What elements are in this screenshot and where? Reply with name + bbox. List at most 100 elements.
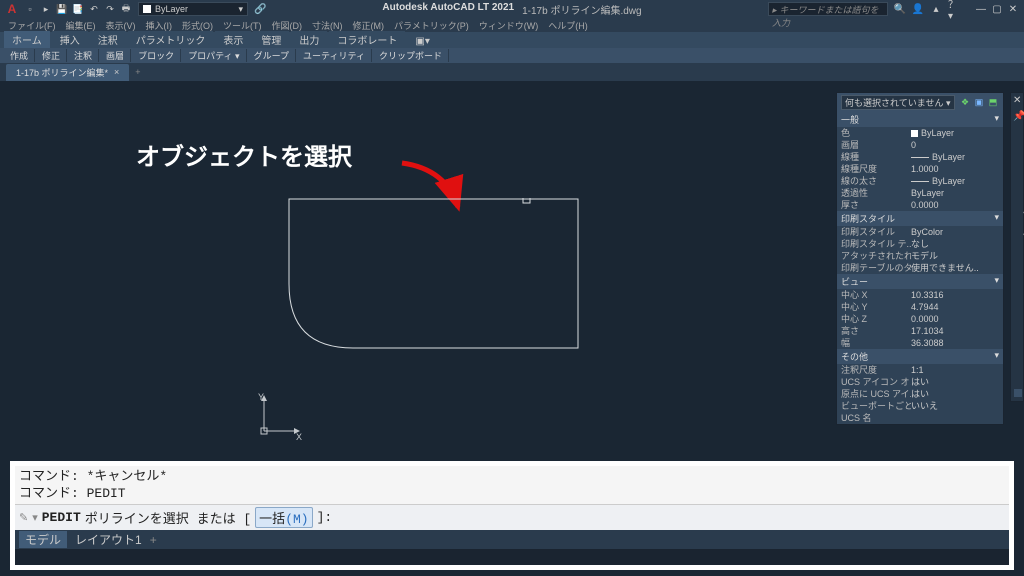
- property-value[interactable]: いいえ: [911, 400, 999, 412]
- property-row[interactable]: ビューポートごとの..いいえ: [837, 400, 1003, 412]
- layer-dropdown[interactable]: ByLayer ▾: [138, 2, 248, 16]
- ribbon-tab-home[interactable]: ホーム: [4, 31, 50, 48]
- menu-edit[interactable]: 編集(E): [66, 19, 96, 32]
- quick-select-icon[interactable]: ❖: [959, 97, 971, 109]
- panel-block[interactable]: ブロック: [132, 49, 181, 62]
- help-dropdown-icon[interactable]: ？▾: [948, 3, 960, 15]
- property-row[interactable]: アタッチされたれ..モデル: [837, 250, 1003, 262]
- command-line-input[interactable]: ✎ ▾ PEDIT ポリラインを選択 または [一括(M)]:: [15, 504, 1009, 530]
- panel-draw[interactable]: 作成: [4, 49, 35, 62]
- property-row[interactable]: 線の太さByLayer: [837, 175, 1003, 187]
- property-row[interactable]: 線種尺度1.0000: [837, 163, 1003, 175]
- close-button[interactable]: ✕: [1006, 4, 1020, 15]
- command-option-highlight[interactable]: 一括(M): [255, 507, 312, 528]
- property-value[interactable]: 0: [911, 139, 999, 151]
- redo-icon[interactable]: ↷: [104, 3, 116, 15]
- property-value[interactable]: ByColor: [911, 226, 999, 238]
- ribbon-tab-output[interactable]: 出力: [291, 31, 327, 48]
- drawing-tab-close-icon[interactable]: ×: [114, 67, 119, 77]
- panel-utilities[interactable]: ユーティリティ: [297, 49, 372, 62]
- menu-help[interactable]: ヘルプ(H): [548, 19, 588, 32]
- property-row[interactable]: 印刷スタイル テ..なし: [837, 238, 1003, 250]
- undo-icon[interactable]: ↶: [88, 3, 100, 15]
- property-row[interactable]: 中心 Y4.7944: [837, 301, 1003, 313]
- panel-modify[interactable]: 修正: [36, 49, 67, 62]
- selection-dropdown[interactable]: 何も選択されていません ▾: [841, 95, 955, 110]
- property-row[interactable]: 幅36.3088: [837, 337, 1003, 349]
- property-value[interactable]: 1.0000: [911, 163, 999, 175]
- select-objects-icon[interactable]: ▣: [973, 97, 985, 109]
- property-value[interactable]: なし: [911, 238, 999, 250]
- property-value[interactable]: 10.3316: [911, 289, 999, 301]
- ribbon-tab-annotate[interactable]: 注釈: [90, 31, 126, 48]
- layout-tab-model[interactable]: モデル: [19, 531, 67, 548]
- saveas-icon[interactable]: 📑: [72, 3, 84, 15]
- property-value[interactable]: 0.0000: [911, 313, 999, 325]
- ribbon-tab-manage[interactable]: 管理: [253, 31, 289, 48]
- property-value[interactable]: 1:1: [911, 364, 999, 376]
- chevron-down-icon[interactable]: ▾: [32, 511, 38, 525]
- signin-icon[interactable]: 👤: [912, 3, 924, 15]
- property-value[interactable]: 17.1034: [911, 325, 999, 337]
- property-section-header[interactable]: その他▾: [837, 349, 1003, 364]
- app-exchange-icon[interactable]: ▴: [930, 3, 942, 15]
- property-row[interactable]: UCS アイコン オンはい: [837, 376, 1003, 388]
- property-section-header[interactable]: 印刷スタイル▾: [837, 211, 1003, 226]
- property-value[interactable]: はい: [911, 376, 999, 388]
- property-row[interactable]: 注釈尺度1:1: [837, 364, 1003, 376]
- maximize-button[interactable]: ▢: [990, 4, 1004, 15]
- save-icon[interactable]: 💾: [56, 3, 68, 15]
- property-row[interactable]: 画層0: [837, 139, 1003, 151]
- property-value[interactable]: ByLayer: [911, 127, 999, 139]
- property-row[interactable]: 中心 Z0.0000: [837, 313, 1003, 325]
- property-value[interactable]: [911, 412, 999, 424]
- property-row[interactable]: 高さ17.1034: [837, 325, 1003, 337]
- property-row[interactable]: 透過性ByLayer: [837, 187, 1003, 199]
- property-row[interactable]: 原点に UCS アイ..はい: [837, 388, 1003, 400]
- command-history[interactable]: コマンド: *キャンセル* コマンド: PEDIT: [15, 466, 1009, 504]
- ribbon-tab-insert[interactable]: 挿入: [52, 31, 88, 48]
- property-value[interactable]: 0.0000: [911, 199, 999, 211]
- property-row[interactable]: 厚さ0.0000: [837, 199, 1003, 211]
- minimize-button[interactable]: —: [974, 4, 988, 15]
- property-value[interactable]: ByLayer: [911, 175, 999, 187]
- menu-parametric[interactable]: パラメトリック(P): [394, 19, 469, 32]
- pickadd-icon[interactable]: ⬒: [987, 97, 999, 109]
- print-icon[interactable]: 🖶: [120, 3, 132, 15]
- ribbon-tab-parametric[interactable]: パラメトリック: [128, 31, 214, 48]
- drawing-object-rectangle[interactable]: [288, 198, 588, 358]
- properties-palette-handle[interactable]: ✕ 📌 プロパティ: [1010, 92, 1024, 402]
- menu-dimension[interactable]: 寸法(N): [312, 19, 343, 32]
- property-row[interactable]: 線種ByLayer: [837, 151, 1003, 163]
- palette-options-icon[interactable]: [1014, 389, 1022, 397]
- open-icon[interactable]: ▸: [40, 3, 52, 15]
- share-icon[interactable]: 🔗: [254, 4, 266, 15]
- ribbon-tab-collaborate[interactable]: コラボレート: [329, 31, 405, 48]
- property-value[interactable]: ByLayer: [911, 151, 999, 163]
- panel-layers[interactable]: 画層: [100, 49, 131, 62]
- property-value[interactable]: 4.7944: [911, 301, 999, 313]
- menu-draw[interactable]: 作図(D): [272, 19, 303, 32]
- property-row[interactable]: 印刷スタイルByColor: [837, 226, 1003, 238]
- search-icon[interactable]: 🔍: [894, 3, 906, 15]
- drawing-tab-add-icon[interactable]: +: [135, 67, 140, 77]
- property-row[interactable]: 印刷テーブルのタ..使用できません..: [837, 262, 1003, 274]
- property-row[interactable]: UCS 名: [837, 412, 1003, 424]
- panel-annotation[interactable]: 注釈: [68, 49, 99, 62]
- menu-file[interactable]: ファイル(F): [8, 19, 56, 32]
- drawing-tab-current[interactable]: 1-17b ポリライン編集* ×: [6, 64, 129, 81]
- property-row[interactable]: 色ByLayer: [837, 127, 1003, 139]
- property-section-header[interactable]: ビュー▾: [837, 274, 1003, 289]
- ribbon-tab-more[interactable]: ▣▾: [407, 35, 437, 48]
- property-section-header[interactable]: 一般▾: [837, 112, 1003, 127]
- property-value[interactable]: 36.3088: [911, 337, 999, 349]
- menu-insert[interactable]: 挿入(I): [146, 19, 173, 32]
- layout-tab-layout1[interactable]: レイアウト1: [75, 531, 142, 548]
- property-row[interactable]: 中心 X10.3316: [837, 289, 1003, 301]
- panel-properties[interactable]: プロパティ ▾: [182, 49, 246, 62]
- palette-close-icon[interactable]: ✕: [1013, 95, 1021, 106]
- menu-format[interactable]: 形式(O): [182, 19, 213, 32]
- panel-groups[interactable]: グループ: [248, 49, 296, 62]
- palette-pin-icon[interactable]: 📌: [1013, 111, 1024, 122]
- menu-modify[interactable]: 修正(M): [353, 19, 385, 32]
